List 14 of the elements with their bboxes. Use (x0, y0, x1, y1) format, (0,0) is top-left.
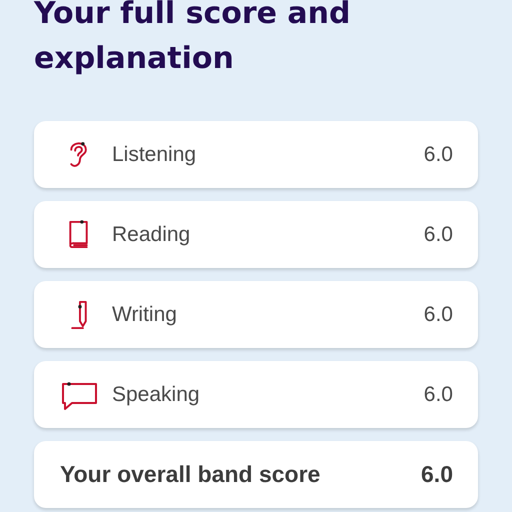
skill-label: Listening (112, 142, 198, 166)
skill-label: Reading (112, 222, 192, 246)
skill-label: Your overall band score (60, 461, 322, 488)
book-icon (68, 220, 90, 249)
ear-icon (70, 140, 88, 168)
page-heading: Your full score and explanation (34, 0, 352, 78)
pencil-icon (70, 300, 88, 330)
score-value: 6.0 (424, 302, 453, 326)
score-value: 6.0 (424, 222, 453, 246)
score-value: 6.0 (424, 382, 453, 406)
score-value: 6.0 (421, 461, 453, 488)
score-value: 6.0 (424, 142, 453, 166)
skill-label: Speaking (112, 382, 201, 406)
skill-label: Writing (112, 302, 178, 326)
